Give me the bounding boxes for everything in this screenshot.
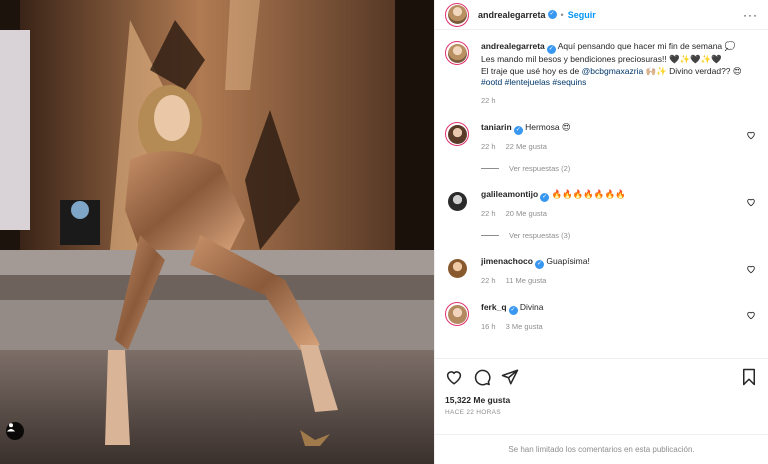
caption-time[interactable]: 22 h xyxy=(481,95,751,107)
like-comment-heart-icon[interactable] xyxy=(746,130,756,140)
comment-item: taniarin ✓ Hermosa 😍 22 h 22 Me gusta xyxy=(445,122,758,152)
caption-line3-prefix: El traje que usé hoy es de xyxy=(481,65,582,76)
comment-likes[interactable]: 20 Me gusta xyxy=(506,209,547,218)
author-avatar[interactable] xyxy=(445,2,469,27)
comment-text: Hermosa 😍 xyxy=(525,122,571,132)
post-caption: andrealegarreta ✓ Aquí pensando que hacer… xyxy=(445,41,758,106)
replies-line xyxy=(481,235,499,236)
comment-text: 🔥🔥🔥🔥🔥🔥🔥 xyxy=(551,189,626,199)
post-photo[interactable] xyxy=(0,0,434,464)
comment-likes[interactable]: 3 Me gusta xyxy=(506,322,543,331)
verified-badge-icon: ✓ xyxy=(546,45,556,54)
commenter-username[interactable]: jimenachoco xyxy=(481,256,533,266)
comment-likes[interactable]: 22 Me gusta xyxy=(506,142,547,151)
comment-item: ferk_q ✓ Divina 16 h 3 Me gusta xyxy=(445,302,758,332)
more-options-icon[interactable]: ··· xyxy=(743,8,758,22)
like-comment-heart-icon[interactable] xyxy=(746,197,756,207)
verified-badge-icon: ✓ xyxy=(534,260,544,269)
verified-badge-icon: ✓ xyxy=(540,193,550,202)
commenter-avatar[interactable] xyxy=(445,256,469,280)
save-bookmark-icon[interactable] xyxy=(740,368,758,386)
comment-likes[interactable]: 11 Me gusta xyxy=(506,276,547,285)
comment-item: galileamontijo ✓ 🔥🔥🔥🔥🔥🔥🔥 22 h 20 Me gusta xyxy=(445,189,758,219)
author-username[interactable]: andrealegarreta xyxy=(478,10,546,20)
follow-button[interactable]: Seguir xyxy=(568,10,596,20)
tagged-users-icon[interactable] xyxy=(6,422,24,440)
commenter-username[interactable]: ferk_q xyxy=(481,302,507,312)
share-paper-plane-icon[interactable] xyxy=(501,368,519,386)
commenter-username[interactable]: taniarin xyxy=(481,122,512,132)
view-replies-button[interactable]: Ver respuestas (2) xyxy=(481,164,758,173)
like-comment-heart-icon[interactable] xyxy=(746,264,756,274)
post-actions: 15,322 Me gusta HACE 22 HORAS xyxy=(435,358,768,416)
commenter-avatar[interactable] xyxy=(445,302,469,326)
brand-mention-link[interactable]: @bcbgmaxazria xyxy=(582,66,644,76)
comment-text: Guapísima! xyxy=(546,256,590,266)
replies-line xyxy=(481,168,499,169)
hashtags-link[interactable]: #ootd #lentejuelas #sequins xyxy=(481,77,586,87)
caption-line2: Les mando mil besos y bendiciones precio… xyxy=(481,54,722,64)
posted-time[interactable]: HACE 22 HORAS xyxy=(445,409,758,416)
comment-text: Divina xyxy=(519,302,544,312)
commenter-avatar[interactable] xyxy=(445,122,469,146)
comment-time[interactable]: 16 h xyxy=(481,322,496,331)
like-heart-icon[interactable] xyxy=(445,368,463,386)
view-replies-button[interactable]: Ver respuestas (3) xyxy=(481,231,758,240)
verified-badge-icon: ✓ xyxy=(513,126,523,135)
comment-time[interactable]: 22 h xyxy=(481,142,496,151)
like-comment-heart-icon[interactable] xyxy=(746,310,756,320)
comments-list[interactable]: andrealegarreta ✓ Aquí pensando que hacer… xyxy=(435,31,768,357)
commenter-avatar[interactable] xyxy=(445,189,469,213)
verified-badge-icon: ✓ xyxy=(547,10,557,19)
comment-bubble-icon[interactable] xyxy=(473,368,491,386)
commenter-username[interactable]: galileamontijo xyxy=(481,189,538,199)
verified-badge-icon: ✓ xyxy=(508,306,518,315)
comment-item: jimenachoco ✓ Guapísima! 22 h 11 Me gusta xyxy=(445,256,758,286)
caption-line3-suffix: 🙌🏼✨ Divino verdad?? 😍 xyxy=(643,65,742,76)
comments-limited-notice: Se han limitado los comentarios en esta … xyxy=(435,434,768,464)
likes-count[interactable]: 15,322 Me gusta xyxy=(445,395,758,405)
post-sidebar: andrealegarreta ✓ • Seguir ··· andrealeg… xyxy=(434,0,768,464)
caption-author-avatar[interactable] xyxy=(445,41,469,65)
caption-line1: Aquí pensando que hacer mi fin de semana… xyxy=(557,41,736,51)
caption-username[interactable]: andrealegarreta xyxy=(481,41,545,51)
photo-scene xyxy=(0,0,434,464)
comment-time[interactable]: 22 h xyxy=(481,276,496,285)
post-header: andrealegarreta ✓ • Seguir ··· xyxy=(435,0,768,30)
comment-time[interactable]: 22 h xyxy=(481,209,496,218)
separator-dot: • xyxy=(560,9,564,20)
instagram-post-view: andrealegarreta ✓ • Seguir ··· andrealeg… xyxy=(0,0,768,464)
